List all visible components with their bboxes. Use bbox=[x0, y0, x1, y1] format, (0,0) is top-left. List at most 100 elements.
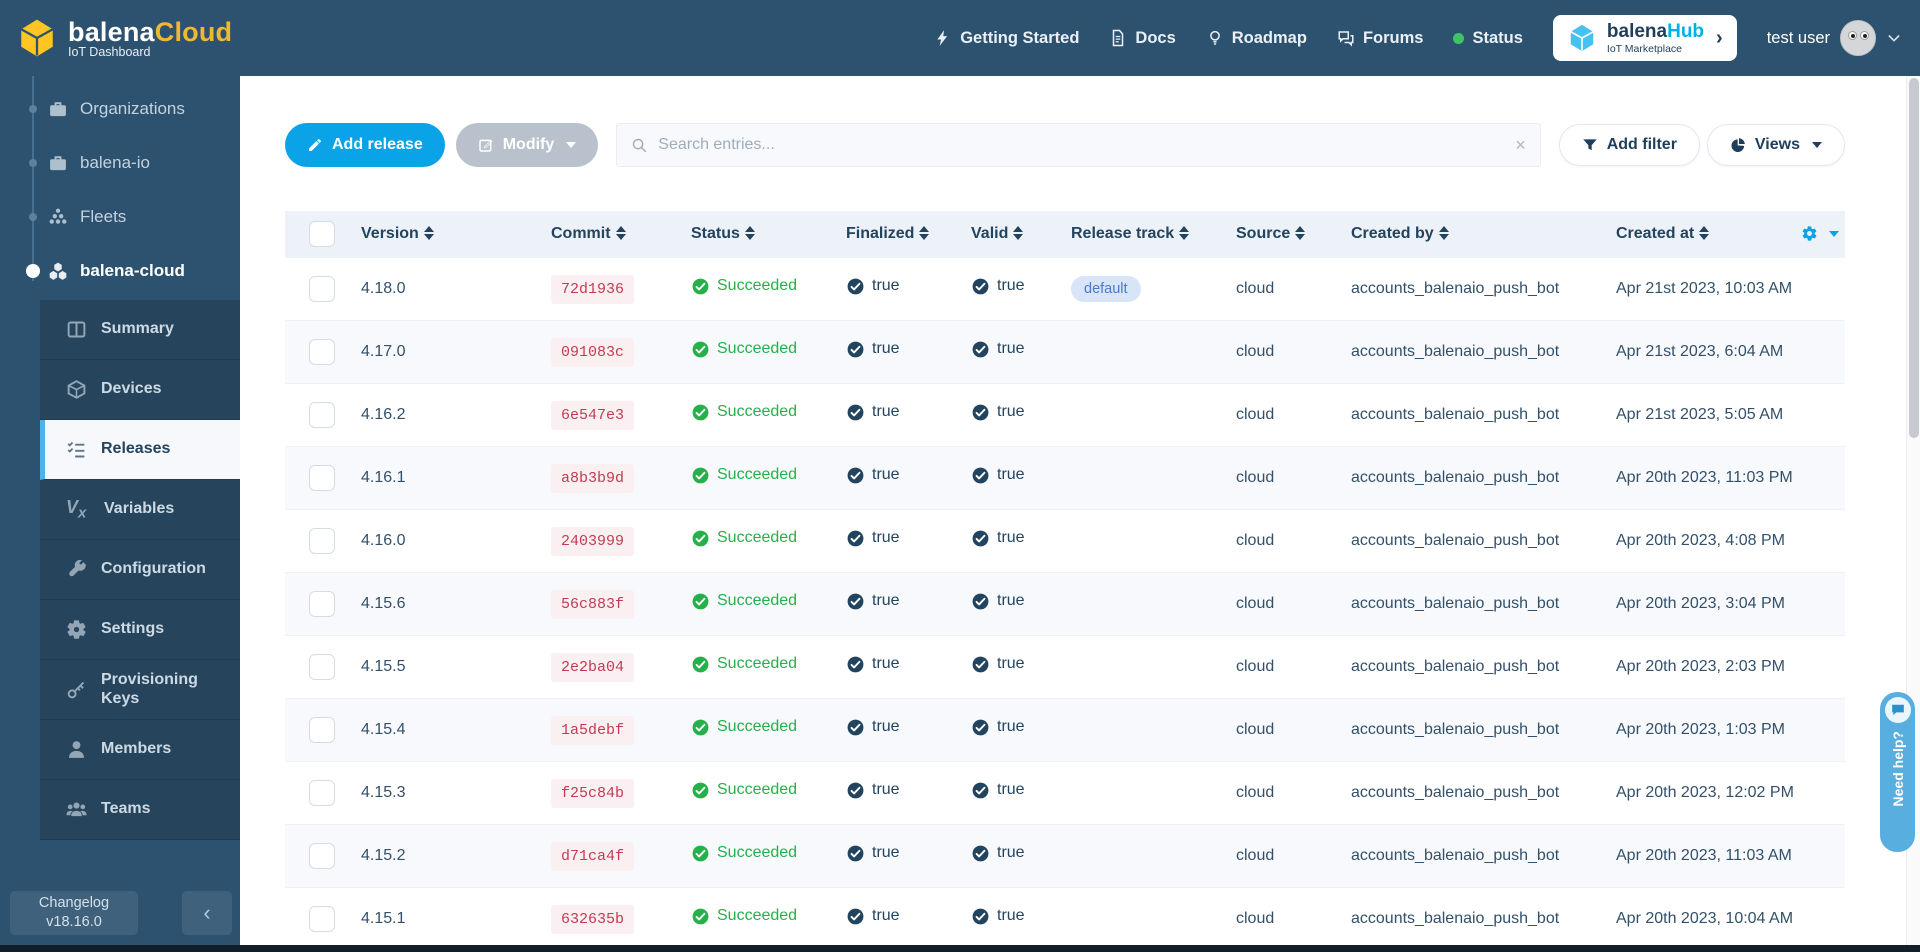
briefcase-icon bbox=[48, 99, 68, 119]
nav-docs[interactable]: Docs bbox=[1109, 29, 1175, 48]
row-checkbox[interactable] bbox=[309, 465, 335, 491]
success-check-icon bbox=[691, 718, 710, 737]
search-input[interactable] bbox=[658, 136, 1505, 154]
table-row[interactable]: 4.15.6 56c883f Succeeded true true cloud… bbox=[285, 572, 1845, 635]
sidebar-item-variables[interactable]: Vx Variables bbox=[40, 480, 240, 540]
column-header-commit[interactable]: Commit bbox=[545, 211, 685, 257]
row-checkbox[interactable] bbox=[309, 906, 335, 932]
row-checkbox[interactable] bbox=[309, 402, 335, 428]
balena-cloud-logo[interactable]: balenaCloud IoT Dashboard bbox=[16, 17, 232, 59]
sidebar-item-organizations[interactable]: Organizations bbox=[0, 82, 240, 136]
column-header-created-by[interactable]: Created by bbox=[1345, 211, 1610, 257]
chevron-down-icon bbox=[566, 142, 576, 148]
sidebar-item-provisioning-keys[interactable]: Provisioning Keys bbox=[40, 660, 240, 720]
hub-cube-icon bbox=[1567, 23, 1597, 53]
column-header-status[interactable]: Status bbox=[685, 211, 840, 257]
row-checkbox[interactable] bbox=[309, 339, 335, 365]
table-row[interactable]: 4.16.2 6e547e3 Succeeded true true cloud… bbox=[285, 383, 1845, 446]
success-check-icon bbox=[691, 340, 710, 359]
nav-status[interactable]: Status bbox=[1453, 29, 1522, 48]
table-row[interactable]: 4.15.4 1a5debf Succeeded true true cloud… bbox=[285, 698, 1845, 761]
status-cell: Succeeded bbox=[685, 446, 840, 509]
column-header-finalized[interactable]: Finalized bbox=[840, 211, 965, 257]
row-checkbox[interactable] bbox=[309, 276, 335, 302]
status-cell: Succeeded bbox=[685, 383, 840, 446]
sidebar-item-configuration[interactable]: Configuration bbox=[40, 540, 240, 600]
hub-wordmark: balenaHub bbox=[1607, 22, 1704, 41]
column-header-created-at[interactable]: Created at bbox=[1610, 211, 1795, 257]
source-cell: cloud bbox=[1230, 509, 1345, 572]
table-header-row: Version Commit Status Finalized Valid Re… bbox=[285, 211, 1845, 257]
need-help-button[interactable]: Need help? bbox=[1880, 692, 1915, 852]
true-check-icon bbox=[846, 277, 865, 296]
commit-badge: f25c84b bbox=[551, 779, 634, 808]
row-checkbox[interactable] bbox=[309, 654, 335, 680]
source-cell: cloud bbox=[1230, 383, 1345, 446]
sort-icon bbox=[1439, 226, 1449, 240]
table-row[interactable]: 4.15.5 2e2ba04 Succeeded true true cloud… bbox=[285, 635, 1845, 698]
finalized-cell: true bbox=[840, 383, 965, 446]
column-settings-gear-icon[interactable] bbox=[1801, 224, 1818, 243]
table-row[interactable]: 4.15.1 632635b Succeeded true true cloud… bbox=[285, 887, 1845, 950]
changelog-button[interactable]: Changelog v18.16.0 bbox=[10, 891, 138, 935]
status-cell: Succeeded bbox=[685, 761, 840, 824]
sidebar-item-balena-io[interactable]: balena-io bbox=[0, 136, 240, 190]
true-check-icon bbox=[971, 655, 990, 674]
table-row[interactable]: 4.15.2 d71ca4f Succeeded true true cloud… bbox=[285, 824, 1845, 887]
nav-forums[interactable]: Forums bbox=[1337, 29, 1424, 48]
sidebar-item-members[interactable]: Members bbox=[40, 720, 240, 780]
balena-hub-button[interactable]: balenaHub IoT Marketplace › bbox=[1553, 15, 1737, 61]
views-button[interactable]: Views bbox=[1707, 124, 1845, 166]
source-cell: cloud bbox=[1230, 446, 1345, 509]
column-header-source[interactable]: Source bbox=[1230, 211, 1345, 257]
sidebar-item-balena-cloud[interactable]: balena-cloud bbox=[0, 244, 240, 298]
sort-icon bbox=[616, 226, 626, 240]
nav-getting-started[interactable]: Getting Started bbox=[934, 29, 1079, 48]
table-row[interactable]: 4.16.0 2403999 Succeeded true true cloud… bbox=[285, 509, 1845, 572]
document-icon bbox=[1109, 29, 1127, 47]
cubes-icon bbox=[48, 261, 68, 281]
row-checkbox[interactable] bbox=[309, 591, 335, 617]
column-header-valid[interactable]: Valid bbox=[965, 211, 1065, 257]
clear-search-icon[interactable]: × bbox=[1515, 135, 1526, 156]
true-check-icon bbox=[846, 466, 865, 485]
add-release-button[interactable]: Add release bbox=[285, 123, 445, 167]
sidebar-item-teams[interactable]: Teams bbox=[40, 780, 240, 840]
row-checkbox[interactable] bbox=[309, 528, 335, 554]
chevron-down-icon[interactable] bbox=[1829, 231, 1839, 237]
add-filter-button[interactable]: Add filter bbox=[1559, 124, 1700, 166]
finalized-cell: true bbox=[840, 887, 965, 950]
select-all-checkbox[interactable] bbox=[309, 221, 335, 247]
commit-cell: d71ca4f bbox=[545, 824, 685, 887]
sidebar-item-devices[interactable]: Devices bbox=[40, 360, 240, 420]
top-navigation: Getting Started Docs Roadmap Forums Stat… bbox=[934, 15, 1902, 61]
row-checkbox[interactable] bbox=[309, 843, 335, 869]
sidebar-item-summary[interactable]: Summary bbox=[40, 300, 240, 360]
commit-cell: 72d1936 bbox=[545, 257, 685, 320]
source-cell: cloud bbox=[1230, 761, 1345, 824]
modify-button[interactable]: Modify bbox=[456, 123, 599, 167]
finalized-cell: true bbox=[840, 698, 965, 761]
created-at-cell: Apr 20th 2023, 1:03 PM bbox=[1610, 698, 1795, 761]
column-header-release-track[interactable]: Release track bbox=[1065, 211, 1230, 257]
scrollbar-thumb[interactable] bbox=[1909, 78, 1919, 438]
row-checkbox[interactable] bbox=[309, 717, 335, 743]
commit-cell: 6e547e3 bbox=[545, 383, 685, 446]
table-row[interactable]: 4.15.3 f25c84b Succeeded true true cloud… bbox=[285, 761, 1845, 824]
row-checkbox[interactable] bbox=[309, 780, 335, 806]
nav-roadmap[interactable]: Roadmap bbox=[1206, 29, 1307, 48]
app: balenaCloud IoT Dashboard Getting Starte… bbox=[0, 0, 1920, 952]
user-menu[interactable]: test user bbox=[1767, 20, 1902, 56]
commit-badge: 72d1936 bbox=[551, 275, 634, 304]
table-row[interactable]: 4.17.0 091083c Succeeded true true cloud… bbox=[285, 320, 1845, 383]
sidebar-item-settings[interactable]: Settings bbox=[40, 600, 240, 660]
version-cell: 4.15.6 bbox=[355, 572, 545, 635]
table-row[interactable]: 4.18.0 72d1936 Succeeded true true defau… bbox=[285, 257, 1845, 320]
column-header-version[interactable]: Version bbox=[355, 211, 545, 257]
status-dot-icon bbox=[1453, 33, 1464, 44]
finalized-cell: true bbox=[840, 824, 965, 887]
sidebar-collapse-button[interactable]: ‹ bbox=[182, 891, 232, 935]
sidebar-item-releases[interactable]: Releases bbox=[40, 420, 240, 480]
table-row[interactable]: 4.16.1 a8b3b9d Succeeded true true cloud… bbox=[285, 446, 1845, 509]
sidebar-item-fleets[interactable]: Fleets bbox=[0, 190, 240, 244]
